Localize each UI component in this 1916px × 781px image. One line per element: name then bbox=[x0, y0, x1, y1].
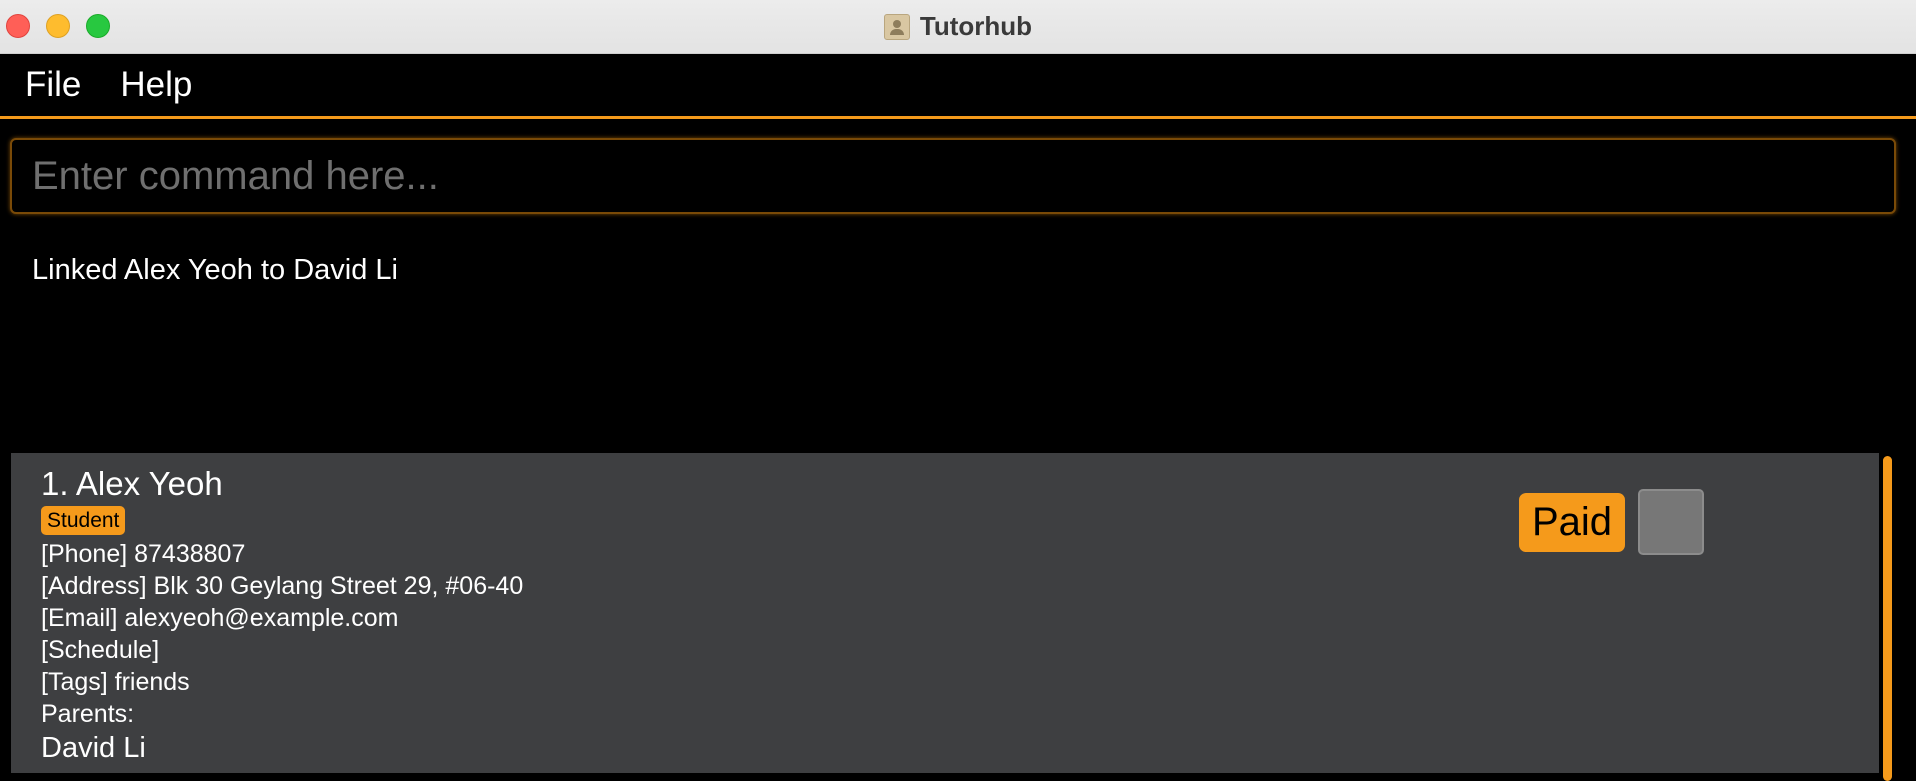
parent-name: David Li bbox=[41, 732, 146, 764]
menu-file[interactable]: File bbox=[0, 54, 100, 116]
result-display: Linked Alex Yeoh to David Li bbox=[32, 254, 398, 286]
address-field: [Address] Blk 30 Geylang Street 29, #06-… bbox=[41, 572, 524, 600]
menu-bar: File Help bbox=[0, 54, 1916, 119]
email-field: [Email] alexyeoh@example.com bbox=[41, 604, 399, 632]
paid-badge: Paid bbox=[1519, 493, 1625, 552]
parents-label: Parents: bbox=[41, 700, 135, 728]
app-window: Tutorhub File Help Linked Alex Yeoh to D… bbox=[0, 0, 1916, 781]
schedule-field: [Schedule] bbox=[41, 636, 160, 664]
window-title-group: Tutorhub bbox=[0, 0, 1916, 53]
command-input[interactable] bbox=[12, 140, 1894, 212]
list-scrollbar[interactable] bbox=[1883, 456, 1892, 781]
person-card[interactable]: 1. Alex Yeoh Student [Phone] 87438807 [A… bbox=[41, 463, 523, 766]
person-list-panel[interactable]: 1. Alex Yeoh Student [Phone] 87438807 [A… bbox=[11, 453, 1879, 773]
paid-checkbox[interactable] bbox=[1638, 489, 1704, 555]
role-badge: Student bbox=[41, 506, 126, 535]
contact-book-icon bbox=[883, 13, 910, 40]
title-bar: Tutorhub bbox=[0, 0, 1916, 54]
phone-field: [Phone] 87438807 bbox=[41, 540, 246, 568]
command-box bbox=[10, 138, 1896, 214]
menu-help[interactable]: Help bbox=[100, 54, 211, 116]
window-title: Tutorhub bbox=[919, 11, 1033, 41]
tags-field: [Tags] friends bbox=[41, 668, 190, 696]
person-name: 1. Alex Yeoh bbox=[41, 465, 223, 502]
